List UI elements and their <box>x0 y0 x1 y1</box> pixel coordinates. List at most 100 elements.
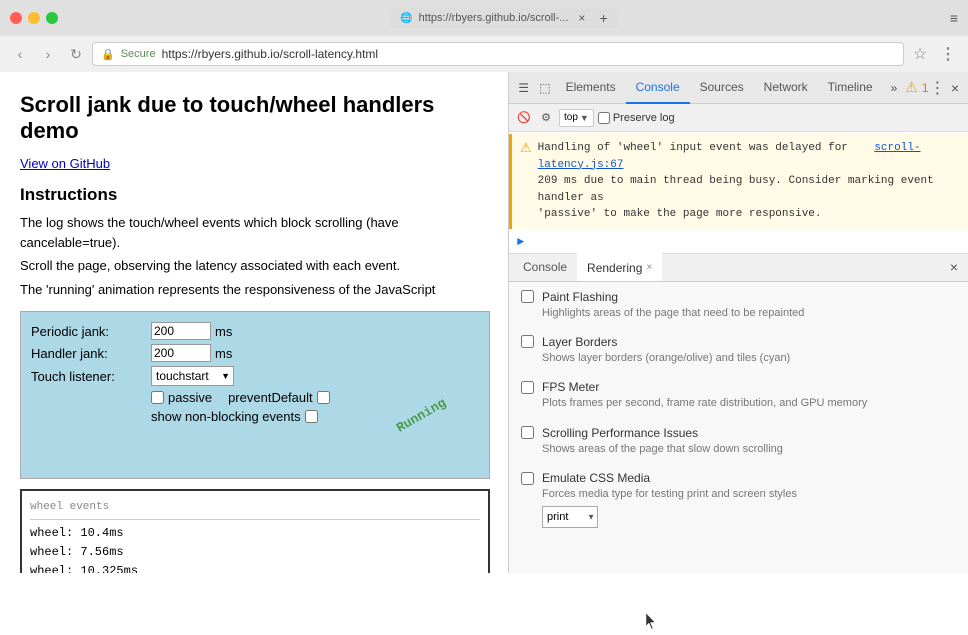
touch-listener-select-wrap: touchstart touchmove touchend none ▼ <box>151 366 234 386</box>
log-box: wheel events wheel: 10.4ms wheel: 7.56ms… <box>20 489 490 573</box>
close-button[interactable] <box>10 12 22 24</box>
tab-elements[interactable]: Elements <box>556 72 626 104</box>
sub-tab-rendering[interactable]: Rendering × <box>577 253 662 281</box>
cursor <box>645 612 657 635</box>
passive-checkbox[interactable] <box>151 391 164 404</box>
render-item-fps-header: FPS Meter <box>521 380 956 394</box>
log-entry-1: wheel: 10.4ms <box>30 524 480 543</box>
sub-tab-rendering-label: Rendering <box>587 261 642 275</box>
sub-panel-close-button[interactable]: × <box>944 257 964 277</box>
refresh-button[interactable]: ↻ <box>64 42 88 66</box>
show-events-label: show non-blocking events <box>151 409 301 424</box>
touch-listener-row: Touch listener: touchstart touchmove tou… <box>31 366 479 386</box>
emulate-media-select[interactable]: print screen none <box>542 506 598 528</box>
periodic-jank-row: Periodic jank: ms <box>31 322 479 340</box>
layer-borders-title: Layer Borders <box>542 335 617 349</box>
devtools-close-button[interactable]: × <box>946 78 964 98</box>
tab-sources[interactable]: Sources <box>690 72 754 104</box>
sub-tab-console-label: Console <box>523 260 567 274</box>
prompt-arrow: ► <box>517 235 524 249</box>
address-field[interactable]: 🔒 Secure https://rbyers.github.io/scroll… <box>92 42 904 66</box>
github-link[interactable]: View on GitHub <box>20 156 488 171</box>
show-events-checkbox[interactable] <box>305 410 318 423</box>
instructions-heading: Instructions <box>20 185 488 205</box>
fps-meter-title: FPS Meter <box>542 380 599 394</box>
render-item-paint-header: Paint Flashing <box>521 290 956 304</box>
sub-tab-rendering-close[interactable]: × <box>646 262 652 273</box>
layer-borders-checkbox[interactable] <box>521 335 534 348</box>
title-bar: 🌐 https://rbyers.github.io/scroll-... × … <box>0 0 968 36</box>
back-button[interactable]: ‹ <box>8 42 32 66</box>
log-entry-3: wheel: 10.325ms <box>30 562 480 573</box>
tab-bar-area: 🌐 https://rbyers.github.io/scroll-... × … <box>390 8 617 28</box>
fps-meter-desc: Plots frames per second, frame rate dist… <box>542 396 956 411</box>
bookmark-button[interactable]: ☆ <box>908 42 932 66</box>
periodic-jank-label: Periodic jank: <box>31 324 151 339</box>
forward-button[interactable]: › <box>36 42 60 66</box>
paint-flashing-checkbox[interactable] <box>521 290 534 303</box>
devtools-more-tabs[interactable]: » <box>883 81 906 95</box>
filter-icon[interactable]: ⚙ <box>537 109 555 127</box>
emulate-css-checkbox[interactable] <box>521 472 534 485</box>
new-tab-btn[interactable]: + <box>599 10 607 26</box>
secure-label: Secure <box>121 48 156 60</box>
touch-listener-label: Touch listener: <box>31 369 151 384</box>
devtools-dock-icon[interactable]: ☰ <box>513 76 534 100</box>
sub-tabs-bar: Console Rendering × × <box>509 254 968 282</box>
sub-tab-console[interactable]: Console <box>513 253 577 281</box>
tab-close-btn[interactable]: × <box>578 11 585 25</box>
page-title: Scroll jank due to touch/wheel handlers … <box>20 92 488 144</box>
emulate-css-desc: Forces media type for testing print and … <box>542 487 956 502</box>
passive-label: passive <box>168 390 212 405</box>
minimize-button[interactable] <box>28 12 40 24</box>
render-item-fps-meter: FPS Meter Plots frames per second, frame… <box>521 380 956 411</box>
top-right-icon: ≡ <box>950 10 958 26</box>
devtools-inspect-icon[interactable]: ⬚ <box>534 76 555 100</box>
scrolling-perf-title: Scrolling Performance Issues <box>542 426 698 440</box>
render-item-layer-header: Layer Borders <box>521 335 956 349</box>
devtools-top-tabs: ☰ ⬚ Elements Console Sources Network Tim… <box>509 72 968 104</box>
handler-jank-unit: ms <box>215 346 232 361</box>
lock-icon: 🔒 <box>101 48 115 61</box>
periodic-jank-unit: ms <box>215 324 232 339</box>
devtools-settings-icon[interactable]: ⋮ <box>929 78 947 98</box>
devtools-panel: ☰ ⬚ Elements Console Sources Network Tim… <box>508 72 968 573</box>
paint-flashing-title: Paint Flashing <box>542 290 618 304</box>
console-prompt: ► <box>509 231 968 253</box>
page-content: Scroll jank due to touch/wheel handlers … <box>0 72 508 573</box>
render-item-emulate-header: Emulate CSS Media <box>521 471 956 485</box>
rendering-list: Paint Flashing Highlights areas of the p… <box>509 282 968 574</box>
prevent-default-checkbox[interactable] <box>317 391 330 404</box>
warning-icon: ⚠ <box>520 141 532 223</box>
preserve-log-checkbox[interactable] <box>598 112 610 124</box>
tab-network[interactable]: Network <box>754 72 818 104</box>
maximize-button[interactable] <box>46 12 58 24</box>
clear-console-button[interactable]: 🚫 <box>515 109 533 127</box>
render-item-layer-borders: Layer Borders Shows layer borders (orang… <box>521 335 956 366</box>
log-header: wheel events <box>30 499 480 520</box>
instruction-3: The 'running' animation represents the r… <box>20 280 488 300</box>
touch-listener-select[interactable]: touchstart touchmove touchend none <box>151 366 234 386</box>
periodic-jank-input[interactable] <box>151 322 211 340</box>
print-select-wrap: print screen none ▼ <box>542 506 598 528</box>
main-layout: Scroll jank due to touch/wheel handlers … <box>0 72 968 573</box>
prevent-default-label: preventDefault <box>228 390 313 405</box>
filter-label: top <box>564 112 578 123</box>
running-area: Running <box>31 428 479 468</box>
address-bar-row: ‹ › ↻ 🔒 Secure https://rbyers.github.io/… <box>0 36 968 72</box>
scrolling-perf-checkbox[interactable] <box>521 426 534 439</box>
log-entry-2: wheel: 7.56ms <box>30 543 480 562</box>
emulate-css-title: Emulate CSS Media <box>542 471 650 485</box>
fps-meter-checkbox[interactable] <box>521 381 534 394</box>
handler-jank-label: Handler jank: <box>31 346 151 361</box>
preserve-log-label: Preserve log <box>613 112 675 124</box>
filter-dropdown-icon[interactable]: ▼ <box>580 113 589 123</box>
paint-flashing-desc: Highlights areas of the page that need t… <box>542 306 956 321</box>
handler-jank-input[interactable] <box>151 344 211 362</box>
emulate-row: print screen none ▼ <box>542 506 956 528</box>
tab-timeline[interactable]: Timeline <box>818 72 883 104</box>
source-link[interactable]: scroll-latency.js:67 <box>538 142 921 171</box>
browser-menu-button[interactable]: ⋮ <box>936 42 960 66</box>
render-item-scrolling-perf: Scrolling Performance Issues Shows areas… <box>521 426 956 457</box>
tab-console[interactable]: Console <box>626 72 690 104</box>
